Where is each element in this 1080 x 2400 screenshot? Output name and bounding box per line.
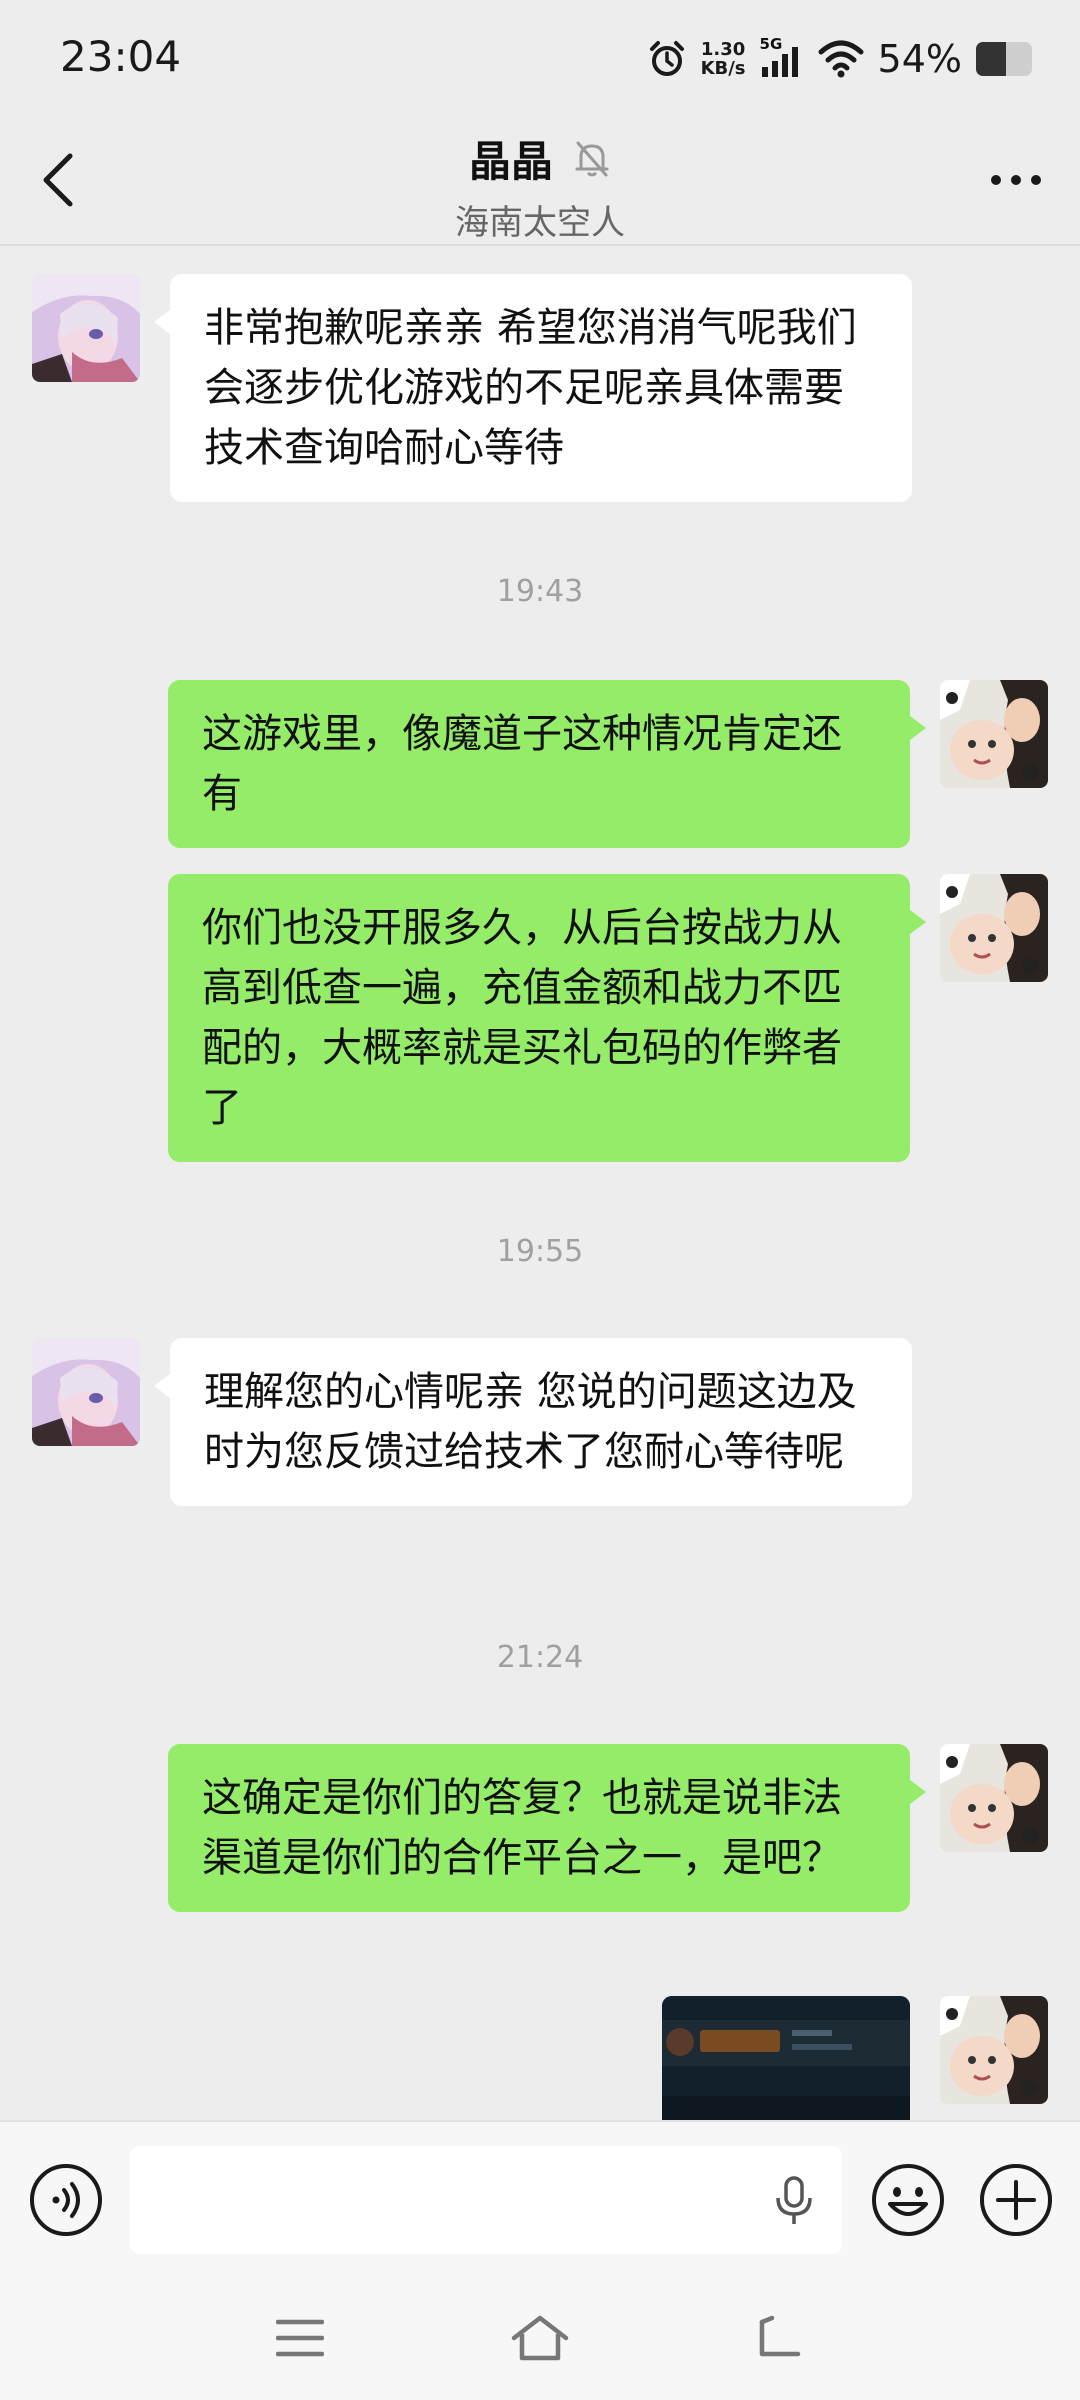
bell-off-icon — [575, 141, 609, 176]
my-avatar[interactable] — [940, 1996, 1048, 2104]
my-avatar[interactable] — [940, 874, 1048, 982]
my-avatar[interactable] — [940, 680, 1048, 788]
input-bar — [0, 2120, 1080, 2282]
microphone-icon[interactable] — [774, 2176, 814, 2226]
message-bubble-incoming[interactable]: 非常抱歉呢亲亲 希望您消消气呢我们会逐步优化游戏的不足呢亲具体需要技术查询哈耐心… — [154, 274, 912, 502]
message-timestamp: 19:55 — [496, 1234, 584, 1269]
more-icon[interactable] — [986, 170, 1046, 190]
alarm-icon — [649, 41, 684, 76]
battery-icon — [976, 42, 1032, 76]
my-avatar[interactable] — [940, 1744, 1048, 1852]
net-speed: 1.30 KB/s — [701, 40, 746, 78]
message-bubble-incoming[interactable]: 理解您的心情呢亲 您说的问题这边及时为您反馈过给技术了您耐心等待呢 — [154, 1338, 912, 1506]
signal-5g: 5G — [760, 35, 804, 79]
net-speed-unit: KB/s — [700, 58, 746, 79]
emoji-icon[interactable] — [870, 2162, 946, 2238]
status-time: 23:04 — [60, 32, 182, 81]
chat-area[interactable]: 非常抱歉呢亲亲 希望您消消气呢我们会逐步优化游戏的不足呢亲具体需要技术查询哈耐心… — [0, 246, 1080, 2120]
menu-icon[interactable] — [276, 2316, 324, 2360]
contact-avatar[interactable] — [32, 274, 140, 382]
status-icons: 1.30 KB/s 5G 54% — [647, 34, 1032, 84]
battery-percent: 54% — [877, 37, 962, 81]
status-bar: 23:04 1.30 KB/s 5G 54% — [0, 0, 1080, 118]
contact-name: 晶晶 — [468, 137, 553, 186]
contact-name-row: 晶晶 — [469, 128, 611, 189]
contact-avatar[interactable] — [32, 1338, 140, 1446]
message-timestamp: 21:24 — [496, 1640, 584, 1675]
message-input[interactable] — [130, 2146, 842, 2254]
message-timestamp: 19:43 — [496, 574, 584, 609]
wifi-icon — [818, 40, 864, 78]
system-nav-bar — [0, 2280, 1080, 2400]
home-icon[interactable] — [510, 2312, 570, 2364]
voice-icon[interactable] — [28, 2162, 104, 2238]
signal-icon — [761, 47, 798, 77]
contact-subtitle: 海南太空人 — [455, 203, 625, 243]
message-bubble-outgoing[interactable]: 你们也没开服多久，从后台按战力从高到低查一遍，充值金额和战力不匹配的，大概率就是… — [168, 874, 926, 1162]
chat-title-area: 晶晶 海南太空人 — [0, 128, 1080, 244]
net-speed-value: 1.30 — [700, 39, 746, 60]
image-message[interactable] — [662, 1996, 910, 2120]
plus-icon[interactable] — [978, 2162, 1054, 2238]
message-bubble-outgoing[interactable]: 这确定是你们的答复？也就是说非法渠道是你们的合作平台之一，是吧？ — [168, 1744, 926, 1912]
message-bubble-outgoing[interactable]: 这游戏里，像魔道子这种情况肯定还有 — [168, 680, 926, 848]
chat-header: 晶晶 海南太空人 — [0, 118, 1080, 244]
back-icon[interactable] — [754, 2314, 804, 2362]
